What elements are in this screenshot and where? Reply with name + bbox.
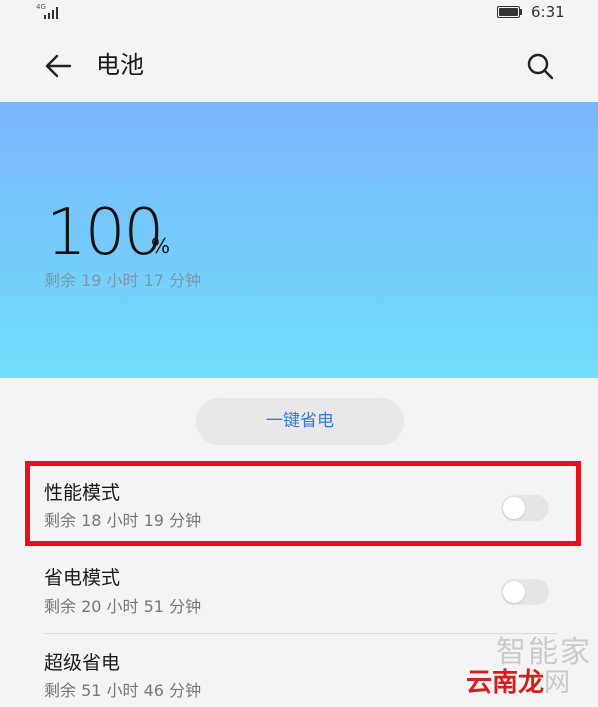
mode-name: 超级省电	[44, 652, 121, 674]
back-button[interactable]	[40, 48, 76, 84]
list-item-power-save-mode[interactable]: 省电模式 剩余 20 小时 51 分钟	[0, 548, 598, 632]
search-button[interactable]	[522, 48, 558, 84]
arrow-left-icon	[45, 54, 72, 78]
signal-bars-icon	[44, 6, 62, 19]
mode-name: 性能模式	[44, 482, 121, 504]
mode-remaining-time: 剩余 51 小时 46 分钟	[44, 681, 202, 700]
battery-hero-panel: 100 % 剩余 19 小时 17 分钟	[0, 102, 598, 378]
watermark-bottom-text: 云南龙网	[466, 668, 570, 698]
one-key-power-save-button[interactable]: 一键省电	[196, 398, 404, 445]
toggle-knob	[503, 581, 525, 603]
battery-level-value: 100	[46, 196, 164, 270]
search-icon	[527, 53, 554, 80]
status-time: 6:31	[531, 3, 565, 21]
performance-mode-toggle[interactable]	[501, 495, 549, 521]
mode-name: 省电模式	[44, 567, 121, 589]
battery-status-icon	[497, 6, 523, 18]
watermark-top-text: 智能家	[496, 635, 592, 670]
toggle-knob	[503, 497, 525, 519]
signal-indicator: 4G	[36, 3, 66, 21]
watermark-colored-text: 云南龙	[466, 668, 545, 698]
battery-remaining-time: 剩余 19 小时 17 分钟	[44, 271, 202, 290]
watermark-logo: 智能家 云南龙网	[466, 636, 598, 707]
power-save-mode-toggle[interactable]	[501, 579, 549, 605]
mode-remaining-time: 剩余 18 小时 19 分钟	[44, 511, 202, 530]
list-item-performance-mode[interactable]: 性能模式 剩余 18 小时 19 分钟	[0, 461, 598, 545]
page-title: 电池	[96, 51, 144, 79]
app-header: 电池	[0, 26, 598, 102]
status-bar: 4G 6:31	[0, 0, 598, 26]
mode-remaining-time: 剩余 20 小时 51 分钟	[44, 597, 202, 616]
watermark-gray-text: 网	[544, 668, 571, 698]
battery-level-unit: %	[151, 234, 171, 258]
